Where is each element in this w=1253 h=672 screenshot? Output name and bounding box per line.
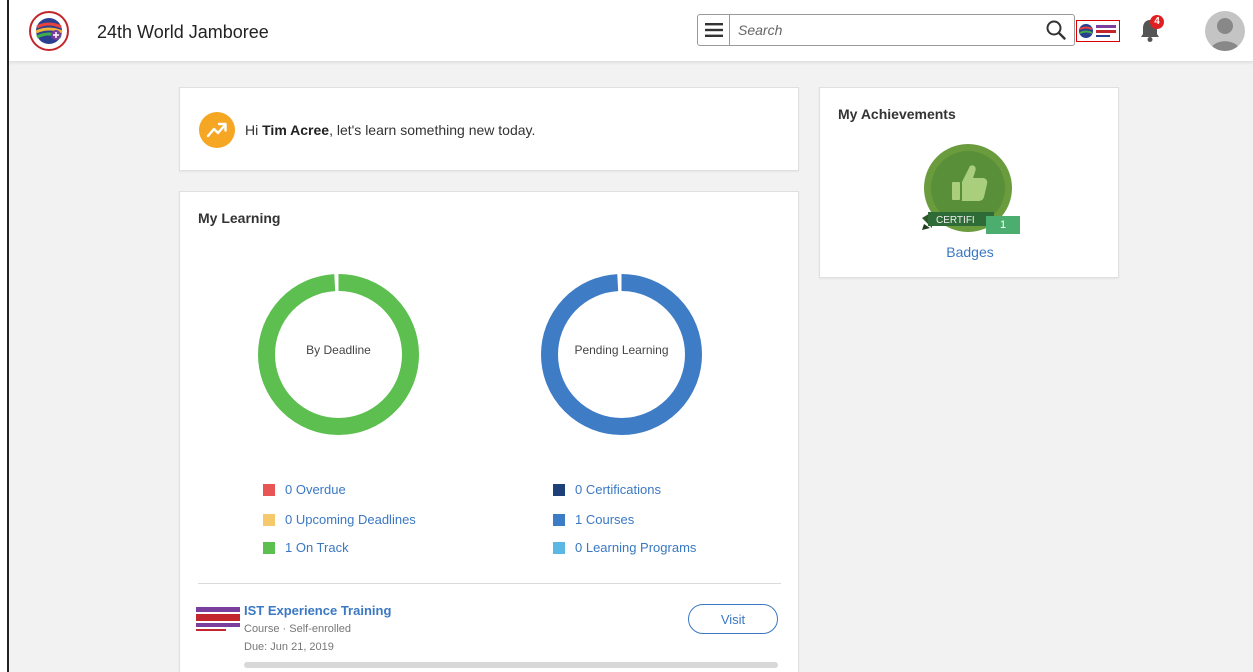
badges-link[interactable]: Badges bbox=[820, 244, 1120, 260]
course-progress-bar bbox=[244, 662, 778, 668]
legend-label: 1 On Track bbox=[285, 540, 349, 555]
achievements-card: My Achievements CERTIFI 1 Badges bbox=[819, 87, 1119, 278]
course-meta: Course · Self-enrolled bbox=[244, 623, 351, 635]
search-bar bbox=[697, 14, 1075, 46]
legend-label: 0 Learning Programs bbox=[575, 540, 697, 555]
legend-swatch bbox=[553, 483, 565, 496]
notification-count-badge: 4 bbox=[1150, 15, 1164, 29]
legend-swatch bbox=[553, 541, 565, 554]
divider bbox=[198, 583, 781, 584]
legend-swatch bbox=[263, 483, 275, 496]
legend-swatch bbox=[553, 513, 565, 526]
badge-count: 1 bbox=[986, 216, 1020, 234]
legend-learning-programs[interactable]: 0 Learning Programs bbox=[553, 540, 696, 555]
legend-overdue[interactable]: 0 Overdue bbox=[263, 482, 346, 497]
menu-icon[interactable] bbox=[698, 15, 730, 45]
legend-label: 0 Overdue bbox=[285, 482, 346, 497]
legend-certifications[interactable]: 0 Certifications bbox=[553, 482, 661, 497]
achievements-title: My Achievements bbox=[838, 106, 956, 122]
legend-courses[interactable]: 1 Courses bbox=[553, 512, 634, 527]
legend-swatch bbox=[263, 541, 275, 554]
course-thumbnail[interactable] bbox=[196, 604, 240, 634]
legend-label: 1 Courses bbox=[575, 512, 635, 527]
legend-label: 0 Certifications bbox=[575, 482, 661, 497]
greeting-card: Hi Tim Acree, let's learn something new … bbox=[179, 87, 799, 171]
search-icon[interactable] bbox=[1046, 20, 1066, 40]
badge-ribbon-text: CERTIFI bbox=[936, 215, 975, 226]
pending-learning-label: Pending Learning bbox=[574, 343, 669, 357]
app-title: 24th World Jamboree bbox=[97, 22, 269, 42]
legend-upcoming-deadlines[interactable]: 0 Upcoming Deadlines bbox=[263, 512, 416, 527]
course-due-date: Due: Jun 21, 2019 bbox=[244, 641, 334, 653]
my-learning-card: My Learning By Deadline Pending Learning… bbox=[179, 191, 799, 672]
visit-button[interactable]: Visit bbox=[688, 604, 778, 634]
user-name: Tim Acree bbox=[262, 122, 330, 138]
greeting-prefix: Hi bbox=[245, 122, 263, 138]
search-input[interactable] bbox=[738, 19, 1018, 41]
legend-swatch bbox=[263, 513, 275, 526]
top-bar: 24th World Jamboree 4 bbox=[9, 0, 1253, 62]
greeting-suffix: , let's learn something new today. bbox=[329, 122, 536, 138]
course-title-link[interactable]: IST Experience Training bbox=[244, 603, 391, 618]
left-edge bbox=[0, 0, 9, 672]
legend-on-track[interactable]: 1 On Track bbox=[263, 540, 349, 555]
jamboree-logo[interactable] bbox=[29, 11, 69, 51]
trending-up-icon bbox=[199, 112, 235, 148]
jamboree-banner-icon[interactable] bbox=[1076, 20, 1120, 42]
greeting-text: Hi Tim Acree, let's learn something new … bbox=[245, 122, 535, 138]
by-deadline-label: By Deadline bbox=[306, 343, 371, 357]
legend-label: 0 Upcoming Deadlines bbox=[285, 512, 416, 527]
user-avatar[interactable] bbox=[1205, 11, 1245, 51]
my-learning-title: My Learning bbox=[198, 210, 281, 226]
